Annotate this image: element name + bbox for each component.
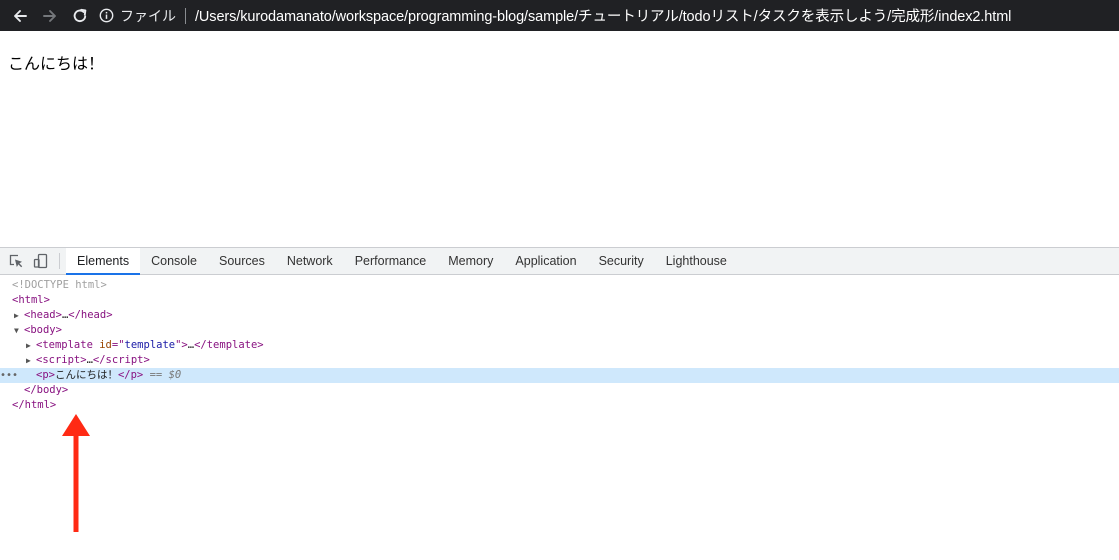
dom-node-doctype[interactable]: <!DOCTYPE html>: [0, 278, 1119, 293]
page-viewport: こんにちは！: [0, 31, 1119, 247]
dom-node-html-close[interactable]: </html>: [0, 398, 1119, 413]
doctype-text: <!DOCTYPE html>: [12, 279, 107, 291]
url-text[interactable]: /Users/kurodamanato/workspace/programmin…: [195, 5, 1011, 26]
tab-performance[interactable]: Performance: [344, 248, 438, 274]
p-node-text: こんにちは！: [54, 369, 118, 381]
dom-node-template[interactable]: ▶ <template id="template">…</template>: [0, 338, 1119, 353]
device-toolbar-button[interactable]: [28, 248, 53, 274]
tab-elements[interactable]: Elements: [66, 248, 141, 275]
devtools-tabbar: Elements Console Sources Network Perform…: [0, 247, 1119, 275]
expand-triangle-icon[interactable]: ▶: [14, 308, 24, 323]
dom-node-script[interactable]: ▶ <script>…</script>: [0, 353, 1119, 368]
reload-button[interactable]: [65, 0, 95, 31]
tab-security[interactable]: Security: [588, 248, 655, 274]
annotation-arrow: [62, 414, 90, 532]
devtools-panel: Elements Console Sources Network Perform…: [0, 247, 1119, 560]
info-icon[interactable]: [99, 8, 114, 23]
dom-node-p-selected[interactable]: ••• <p>こんにちは！</p> == $0: [0, 368, 1119, 383]
tab-lighthouse[interactable]: Lighthouse: [655, 248, 738, 274]
back-button[interactable]: [5, 0, 35, 31]
more-actions-dots[interactable]: •••: [0, 368, 18, 383]
reload-icon: [73, 8, 87, 22]
dom-node-body[interactable]: ▼ <body>: [0, 323, 1119, 338]
tab-console[interactable]: Console: [140, 248, 208, 274]
tab-memory[interactable]: Memory: [437, 248, 504, 274]
expand-triangle-icon[interactable]: ▶: [26, 338, 36, 353]
forward-arrow-icon: [43, 9, 56, 22]
browser-toolbar: ファイル /Users/kurodamanato/workspace/progr…: [0, 0, 1119, 31]
dom-node-head[interactable]: ▶ <head>…</head>: [0, 308, 1119, 323]
expand-triangle-icon[interactable]: ▶: [26, 353, 36, 368]
address-separator: [185, 7, 186, 24]
tab-network[interactable]: Network: [276, 248, 344, 274]
template-id-value: template: [124, 339, 176, 351]
inspect-element-button[interactable]: [3, 248, 28, 274]
device-toolbar-icon: [33, 253, 47, 269]
tab-sources[interactable]: Sources: [208, 248, 276, 274]
page-paragraph: こんにちは！: [8, 54, 105, 73]
url-scheme-label: ファイル: [120, 7, 176, 24]
toolbar-divider: [59, 253, 60, 269]
collapse-triangle-icon[interactable]: ▼: [14, 323, 24, 338]
back-arrow-icon: [14, 9, 27, 22]
address-bar[interactable]: ファイル /Users/kurodamanato/workspace/progr…: [99, 0, 1011, 31]
dom-node-html[interactable]: <html>: [0, 293, 1119, 308]
forward-button[interactable]: [35, 0, 65, 31]
dom-node-body-close[interactable]: </body>: [0, 383, 1119, 398]
inspect-element-icon: [9, 254, 22, 268]
tab-application[interactable]: Application: [504, 248, 587, 274]
console-ref: $0: [168, 369, 182, 381]
elements-dom-tree: <!DOCTYPE html> <html> ▶ <head>…</head> ▼…: [0, 275, 1119, 413]
